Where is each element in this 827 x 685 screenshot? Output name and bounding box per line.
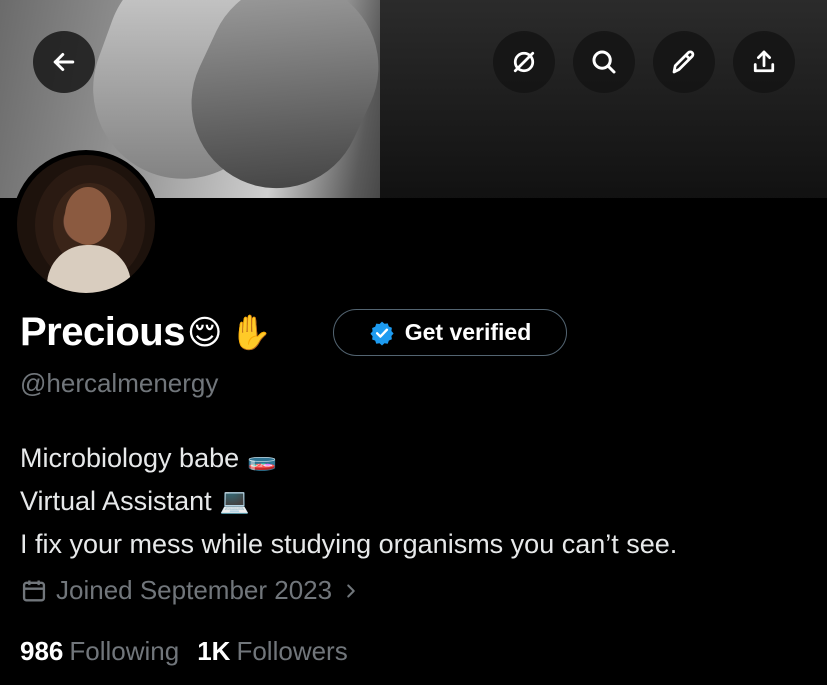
arrow-left-icon [53,53,75,71]
bio-line: I fix your mess while studying organisms… [20,523,677,566]
display-name: Precious [20,310,185,354]
verified-badge-icon [370,321,394,345]
petri-dish-emoji: 🧫 [247,444,278,472]
pencil-icon [672,50,695,74]
relieved-emoji: 😌 [186,312,222,353]
banner-shape [380,0,827,198]
profile-handle: @hercalmenergy [20,368,219,398]
search-icon [592,50,616,74]
following-label: Following [69,636,180,666]
avatar-face [65,187,111,245]
following-link[interactable]: 986 Following [20,636,179,667]
following-count: 986 [20,636,64,666]
back-button[interactable] [33,31,95,93]
get-verified-label: Get verified [404,319,532,345]
profile-page: Precious 😌 ✋ Get verified @hercalmenergy… [0,0,827,685]
profile-bio: Microbiology babe 🧫 Virtual Assistant 💻 … [20,437,677,566]
slash-circle-icon [513,51,535,73]
edit-button[interactable] [653,31,715,93]
bio-line-text: I fix your mess while studying organisms… [20,529,678,559]
followers-count: 1K [197,636,231,666]
followers-label: Followers [236,636,348,666]
profile-name: Precious 😌 ✋ [20,310,272,355]
avatar[interactable] [12,150,160,298]
search-button[interactable] [573,31,635,93]
bio-line: Virtual Assistant 💻 [20,480,677,523]
share-button[interactable] [733,31,795,93]
share-icon [753,50,775,73]
grok-button[interactable] [493,31,555,93]
joined-label: Joined September 2023 [56,575,333,605]
joined-date[interactable]: Joined September 2023 [20,575,362,606]
get-verified-button[interactable]: Get verified [333,309,567,356]
bio-line-text: Microbiology babe [20,443,240,473]
chevron-right-icon [347,583,355,598]
calendar-icon [22,580,46,601]
raised-hand-emoji: ✋ [229,312,272,353]
bio-line-text: Virtual Assistant [20,486,212,516]
bio-line: Microbiology babe 🧫 [20,437,677,480]
follow-stats: 986 Following 1K Followers [20,636,348,667]
followers-link[interactable]: 1K Followers [197,636,348,667]
laptop-emoji: 💻 [219,487,250,515]
